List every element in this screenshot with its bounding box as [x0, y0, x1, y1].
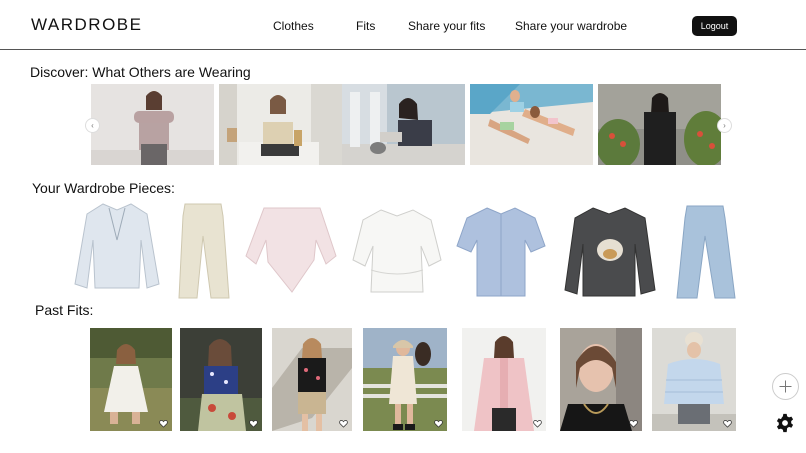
- past-fit-card[interactable]: [90, 328, 172, 431]
- heart-icon[interactable]: [249, 419, 258, 428]
- past-fit-card[interactable]: [560, 328, 642, 431]
- logout-button[interactable]: Logout: [692, 16, 737, 36]
- nav-share-wardrobe[interactable]: Share your wardrobe: [515, 19, 627, 33]
- heart-icon[interactable]: [533, 419, 542, 428]
- heart-icon[interactable]: [629, 419, 638, 428]
- discover-photo[interactable]: [598, 84, 721, 165]
- wardrobe-item[interactable]: [171, 200, 235, 302]
- discover-photo[interactable]: [219, 84, 342, 165]
- wardrobe-title: Your Wardrobe Pieces:: [32, 180, 175, 196]
- wardrobe-item[interactable]: [563, 200, 657, 302]
- past-fit-card[interactable]: [180, 328, 262, 431]
- heart-icon[interactable]: [434, 419, 443, 428]
- past-fit-card[interactable]: [462, 328, 546, 431]
- discover-carousel: [91, 84, 723, 165]
- past-fit-card[interactable]: [652, 328, 736, 431]
- wardrobe-item[interactable]: [673, 200, 737, 302]
- heart-icon[interactable]: [159, 419, 168, 428]
- heart-icon[interactable]: [339, 419, 348, 428]
- discover-photo[interactable]: [342, 84, 465, 165]
- carousel-prev-button[interactable]: ‹: [85, 118, 100, 133]
- discover-photo[interactable]: [470, 84, 593, 165]
- nav-fits[interactable]: Fits: [356, 19, 375, 33]
- wardrobe-item[interactable]: [455, 200, 547, 302]
- gear-icon[interactable]: [775, 413, 795, 433]
- nav-clothes[interactable]: Clothes: [273, 19, 314, 33]
- app-logo[interactable]: WARDROBE: [31, 15, 143, 35]
- add-button[interactable]: [772, 373, 799, 400]
- nav-share-fits[interactable]: Share your fits: [408, 19, 485, 33]
- plus-icon: [779, 380, 792, 393]
- wardrobe-item[interactable]: [244, 200, 340, 302]
- discover-photo[interactable]: [91, 84, 214, 165]
- wardrobe-item[interactable]: [73, 200, 161, 302]
- top-nav: WARDROBE Clothes Fits Share your fits Sh…: [0, 0, 806, 50]
- past-fit-card[interactable]: [363, 328, 447, 431]
- heart-icon[interactable]: [723, 419, 732, 428]
- wardrobe-item[interactable]: [351, 200, 443, 302]
- past-fits-title: Past Fits:: [35, 302, 94, 318]
- past-fit-card[interactable]: [272, 328, 352, 431]
- discover-title: Discover: What Others are Wearing: [30, 64, 251, 80]
- carousel-next-button[interactable]: ›: [717, 118, 732, 133]
